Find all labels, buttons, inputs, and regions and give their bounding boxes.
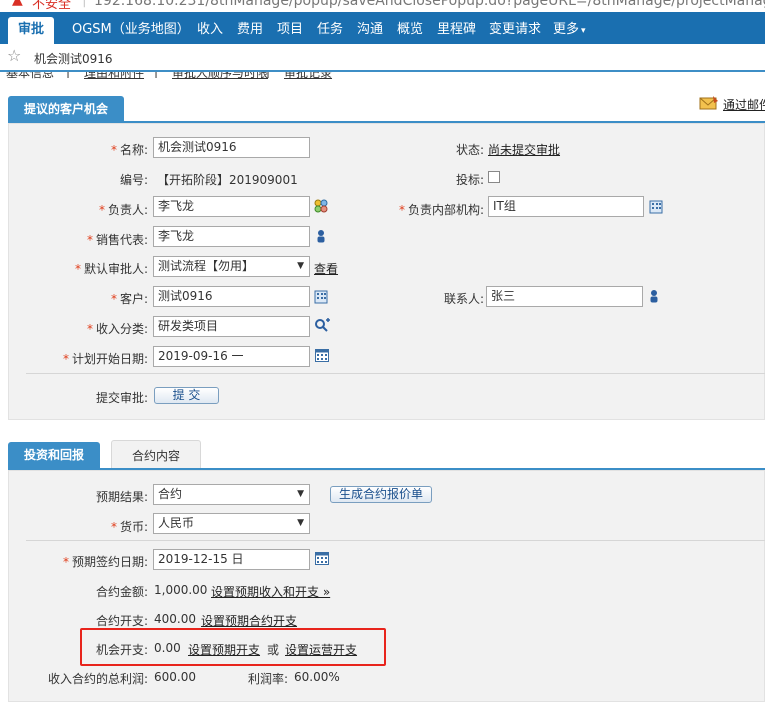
nav-item-milestone[interactable]: 里程碑 [431, 17, 482, 44]
bid-checkbox[interactable] [488, 171, 500, 183]
owner-input[interactable]: 李飞龙 [153, 196, 310, 217]
dept-input[interactable]: IT组 [488, 196, 644, 217]
result-label: 预期结果: [95, 490, 148, 504]
contact-label: 联系人: [443, 292, 484, 306]
chevron-down-icon: ▼ [297, 518, 304, 528]
chevron-down-icon: ▼ [297, 489, 304, 499]
code-value: 【开拓阶段】201909001 [157, 173, 298, 187]
section-tab-records[interactable]: 审批记录 [284, 72, 332, 80]
start-date-input[interactable]: 2019-09-16 一 [153, 346, 310, 367]
set-expected-income-link[interactable]: 设置预期收入和开支 » [211, 583, 330, 600]
calendar-icon[interactable] [315, 349, 329, 362]
user-icon[interactable] [649, 289, 659, 303]
or-text: 或 [267, 643, 280, 657]
nav-item-income[interactable]: 收入 [191, 17, 229, 44]
contract-expense-value: 400.00 [154, 612, 196, 626]
url-text[interactable]: 192.168.10.231/8thManage/popup/saveAndCl… [94, 0, 765, 9]
page-title: 机会测试0916 [34, 52, 113, 66]
section-tab-approvers[interactable]: 审批人顺序与时限 [172, 72, 268, 80]
divider [26, 373, 765, 374]
name-input[interactable]: 机会测试0916 [153, 137, 310, 158]
section-tab-basic[interactable]: 基本信息 [6, 72, 54, 80]
name-label: * 名称: [110, 143, 148, 157]
sign-date-label: * 预期签约日期: [62, 555, 148, 569]
nav-item-communication[interactable]: 沟通 [351, 17, 389, 44]
tab-proposed-opportunity[interactable]: 提议的客户机会 [8, 96, 125, 122]
margin-value: 60.00% [294, 670, 340, 684]
total-profit-value: 600.00 [154, 670, 196, 684]
nav-item-more[interactable]: 更多 ▾ [547, 17, 592, 44]
opportunity-expense-value: 0.00 [154, 641, 181, 655]
contract-amount-label: 合约金额: [95, 585, 148, 599]
star-icon[interactable]: ☆ [7, 46, 21, 65]
chevron-down-icon: ▾ [581, 26, 586, 36]
divider [26, 540, 765, 541]
nav-item-expense[interactable]: 费用 [231, 17, 269, 44]
owner-label: * 负责人: [98, 203, 148, 217]
submit-button[interactable]: 提 交 [154, 387, 219, 404]
result-select[interactable]: 合约 ▼ [153, 484, 310, 505]
nav-item-change-request[interactable]: 变更请求 [483, 17, 547, 44]
view-link[interactable]: 查看 [314, 260, 338, 277]
top-navigation: 审批 OGSM（业务地图） 收入 费用 项目 任务 沟通 概览 里程碑 变更请求… [0, 12, 765, 44]
customer-label: * 客户: [110, 292, 148, 306]
category-label: * 收入分类: [86, 322, 148, 336]
start-date-label: * 计划开始日期: [62, 352, 148, 366]
users-icon[interactable] [314, 199, 328, 213]
user-icon[interactable] [316, 229, 326, 243]
warning-icon: ▲ [12, 0, 23, 8]
submit-label: 提交审批: [95, 391, 148, 405]
calendar-icon[interactable] [315, 552, 329, 565]
mail-icon[interactable] [699, 95, 719, 111]
divider: | [82, 0, 87, 8]
customer-input[interactable]: 测试0916 [153, 286, 310, 307]
category-input[interactable]: 研发类项目 [153, 316, 310, 337]
bid-label: 投标: [455, 173, 484, 187]
status-link[interactable]: 尚未提交审批 [488, 141, 560, 158]
margin-label: 利润率: [247, 672, 288, 686]
search-icon[interactable] [314, 318, 330, 334]
tab-investment-return[interactable]: 投资和回报 [8, 442, 101, 468]
contact-input[interactable]: 张三 [486, 286, 643, 307]
approver-label: * 默认审批人: [74, 262, 148, 276]
nav-item-project[interactable]: 项目 [271, 17, 309, 44]
contract-amount-value: 1,000.00 [154, 583, 208, 597]
building-icon[interactable] [649, 200, 663, 214]
status-label: 状态: [455, 143, 484, 157]
set-operating-expense-link[interactable]: 设置运营开支 [285, 641, 357, 658]
set-contract-expense-link[interactable]: 设置预期合约开支 [201, 612, 297, 629]
contract-expense-label: 合约开支: [95, 614, 148, 628]
generate-quote-button[interactable]: 生成合约报价单 [330, 486, 432, 503]
sign-date-input[interactable]: 2019-12-15 日 [153, 549, 310, 570]
currency-select[interactable]: 人民币 ▼ [153, 513, 310, 534]
nav-item-overview[interactable]: 概览 [391, 17, 429, 44]
tab-contract-content[interactable]: 合约内容 [111, 440, 202, 470]
title-bar: ☆ 机会测试0916 [0, 44, 765, 70]
section-tabs: 基本信息 | 理由和附件 | 审批人顺序与时限 | 审批记录 [0, 72, 765, 80]
send-by-email-link[interactable]: 通过邮件 [723, 96, 765, 113]
set-expected-expense-link[interactable]: 设置预期开支 [188, 641, 260, 658]
approver-select[interactable]: 测试流程【勿用】 ▼ [153, 256, 310, 277]
sales-label: * 销售代表: [86, 233, 148, 247]
code-label: 编号: [119, 173, 148, 187]
nav-tab-approval[interactable]: 审批 [8, 17, 55, 44]
currency-label: * 货币: [110, 520, 148, 534]
nav-item-task[interactable]: 任务 [311, 17, 349, 44]
building-icon[interactable] [314, 290, 328, 304]
nav-item-ogsm[interactable]: OGSM（业务地图） [66, 17, 196, 44]
chevron-down-icon: ▼ [297, 261, 304, 271]
sales-input[interactable]: 李飞龙 [153, 226, 310, 247]
dept-label: * 负责内部机构: [398, 203, 484, 217]
total-profit-label: 收入合约的总利润: [47, 672, 148, 686]
section-tab-reasons[interactable]: 理由和附件 [84, 72, 144, 80]
opportunity-expense-label: 机会开支: [95, 643, 148, 657]
browser-address-bar[interactable]: ▲ 不安全 | 192.168.10.231/8thManage/popup/s… [0, 0, 765, 12]
insecure-label: 不安全 [32, 0, 72, 12]
